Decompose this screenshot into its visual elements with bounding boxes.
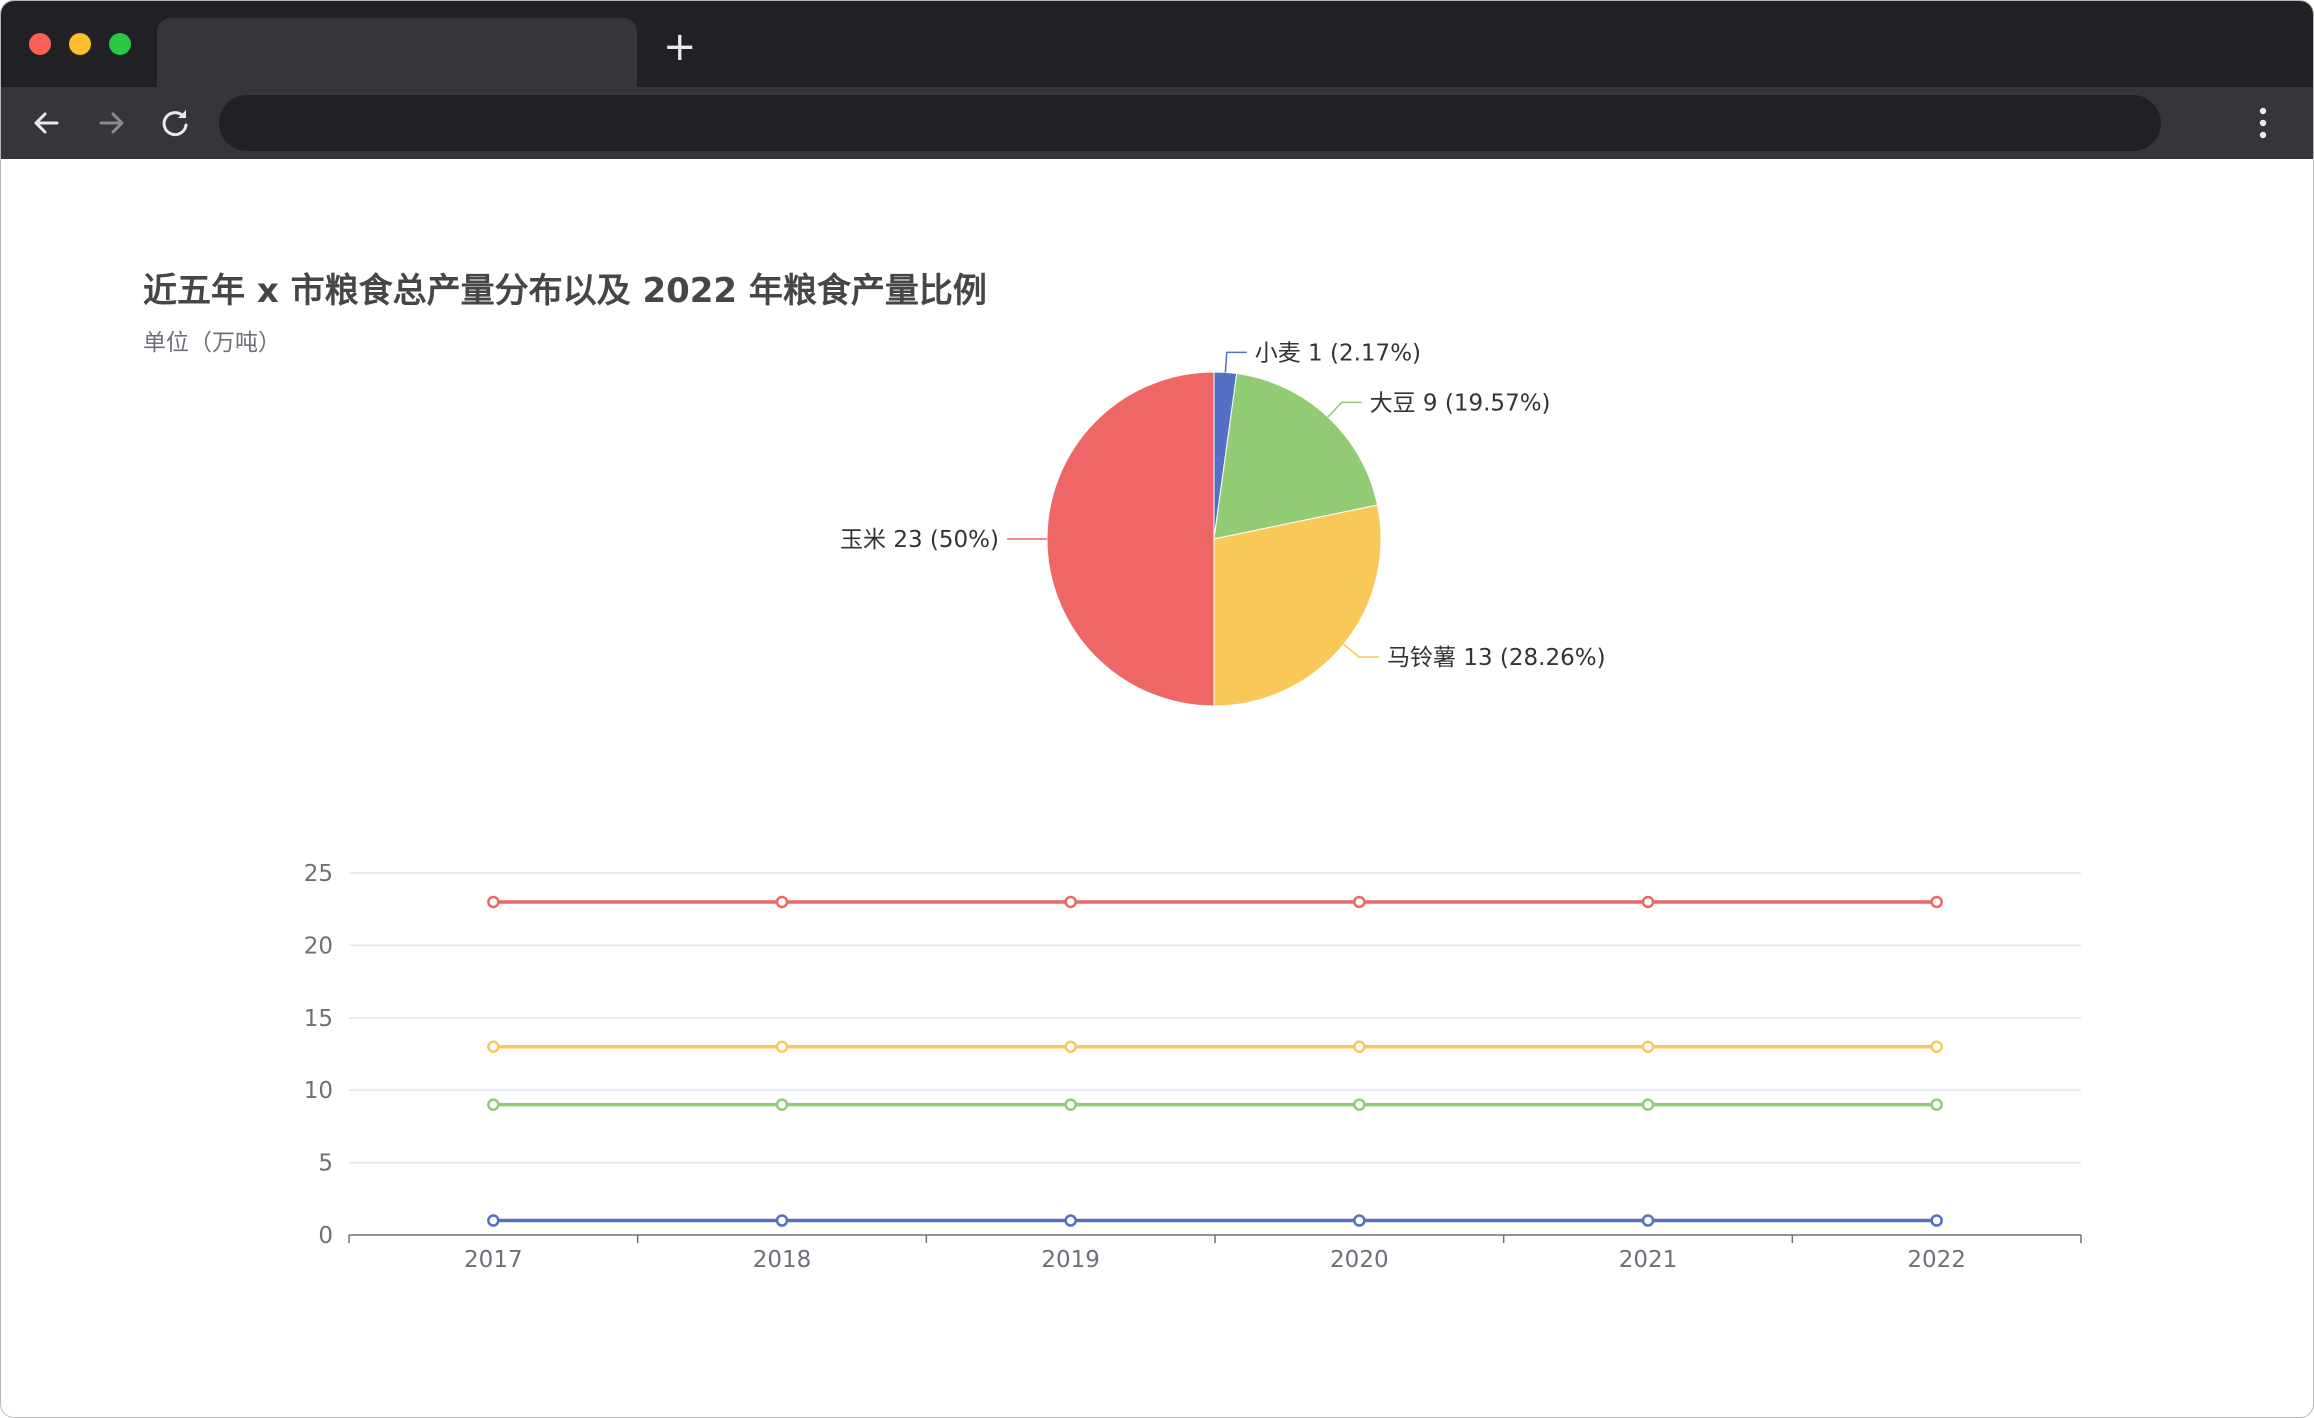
y-tick-label: 25	[304, 861, 333, 887]
data-point	[1064, 895, 1077, 909]
maximize-window-button[interactable]	[109, 33, 131, 55]
forward-arrow-icon	[99, 112, 124, 134]
data-point	[487, 1040, 500, 1054]
data-point	[1641, 1214, 1655, 1227]
more-vert-icon	[2259, 107, 2267, 139]
data-point	[1930, 1098, 1943, 1111]
chart-canvas: 小麦 1 (2.17%) 大豆 9 (19.57%) 马铃薯 13 (28.26%)…	[304, 340, 2082, 1273]
close-window-button[interactable]	[29, 33, 51, 55]
pie-label: 玉米 23 (50%)	[840, 527, 999, 553]
pie-slice	[1046, 371, 1215, 707]
browser-menu-button[interactable]	[2253, 105, 2273, 141]
browser-toolbar	[1, 87, 2313, 159]
back-button[interactable]	[25, 101, 69, 145]
new-tab-button[interactable]: +	[663, 27, 697, 67]
y-tick-label: 15	[304, 1006, 333, 1032]
y-tick-label: 0	[318, 1223, 333, 1249]
pie-label-line	[1327, 401, 1362, 418]
minimize-window-button[interactable]	[69, 33, 91, 55]
data-point	[775, 1040, 789, 1054]
data-point	[487, 1214, 500, 1227]
data-point	[1641, 1040, 1655, 1054]
data-point	[775, 1214, 789, 1227]
reload-icon	[162, 110, 188, 137]
data-point	[1930, 1214, 1943, 1227]
data-point	[1064, 1040, 1077, 1054]
data-point	[1641, 895, 1655, 909]
data-point	[1353, 1040, 1366, 1054]
back-arrow-icon	[34, 112, 59, 134]
pie-label: 马铃薯 13 (28.26%)	[1387, 645, 1606, 671]
data-point	[1353, 895, 1366, 909]
x-tick-label: 2021	[1619, 1247, 1678, 1273]
pie-label: 小麦 1 (2.17%)	[1255, 340, 1421, 366]
data-point	[1641, 1098, 1655, 1111]
pie-slice	[1213, 504, 1382, 707]
reload-button[interactable]	[153, 101, 197, 145]
data-point	[1064, 1214, 1077, 1227]
data-point	[775, 895, 789, 909]
x-tick-label: 2017	[464, 1247, 523, 1273]
x-tick-label: 2022	[1907, 1247, 1966, 1273]
pie-label: 大豆 9 (19.57%)	[1370, 390, 1551, 416]
x-tick-label: 2018	[753, 1247, 812, 1273]
y-tick-label: 20	[304, 933, 333, 959]
browser-window: + 近五年 x 市粮食总产量分布以及 2022 年粮食产量比例 单位（万吨） 小…	[0, 0, 2314, 1418]
y-tick-label: 10	[304, 1078, 333, 1104]
data-point	[775, 1098, 789, 1111]
tab-bar: +	[1, 1, 2313, 87]
y-tick-label: 5	[318, 1151, 333, 1177]
pie-label-line	[1343, 643, 1380, 658]
data-point	[1353, 1214, 1366, 1227]
x-tick-label: 2020	[1330, 1247, 1389, 1273]
data-point	[1930, 1040, 1943, 1054]
active-tab[interactable]	[157, 18, 637, 87]
data-point	[1353, 1098, 1366, 1111]
data-point	[487, 895, 500, 909]
pie-label-line	[1224, 351, 1247, 373]
data-point	[1930, 895, 1943, 909]
x-tick-label: 2019	[1041, 1247, 1100, 1273]
address-bar[interactable]	[219, 95, 2161, 151]
forward-button[interactable]	[89, 101, 133, 145]
page-content: 近五年 x 市粮食总产量分布以及 2022 年粮食产量比例 单位（万吨） 小麦 …	[1, 159, 2313, 1417]
data-point	[487, 1098, 500, 1111]
data-point	[1064, 1098, 1077, 1111]
